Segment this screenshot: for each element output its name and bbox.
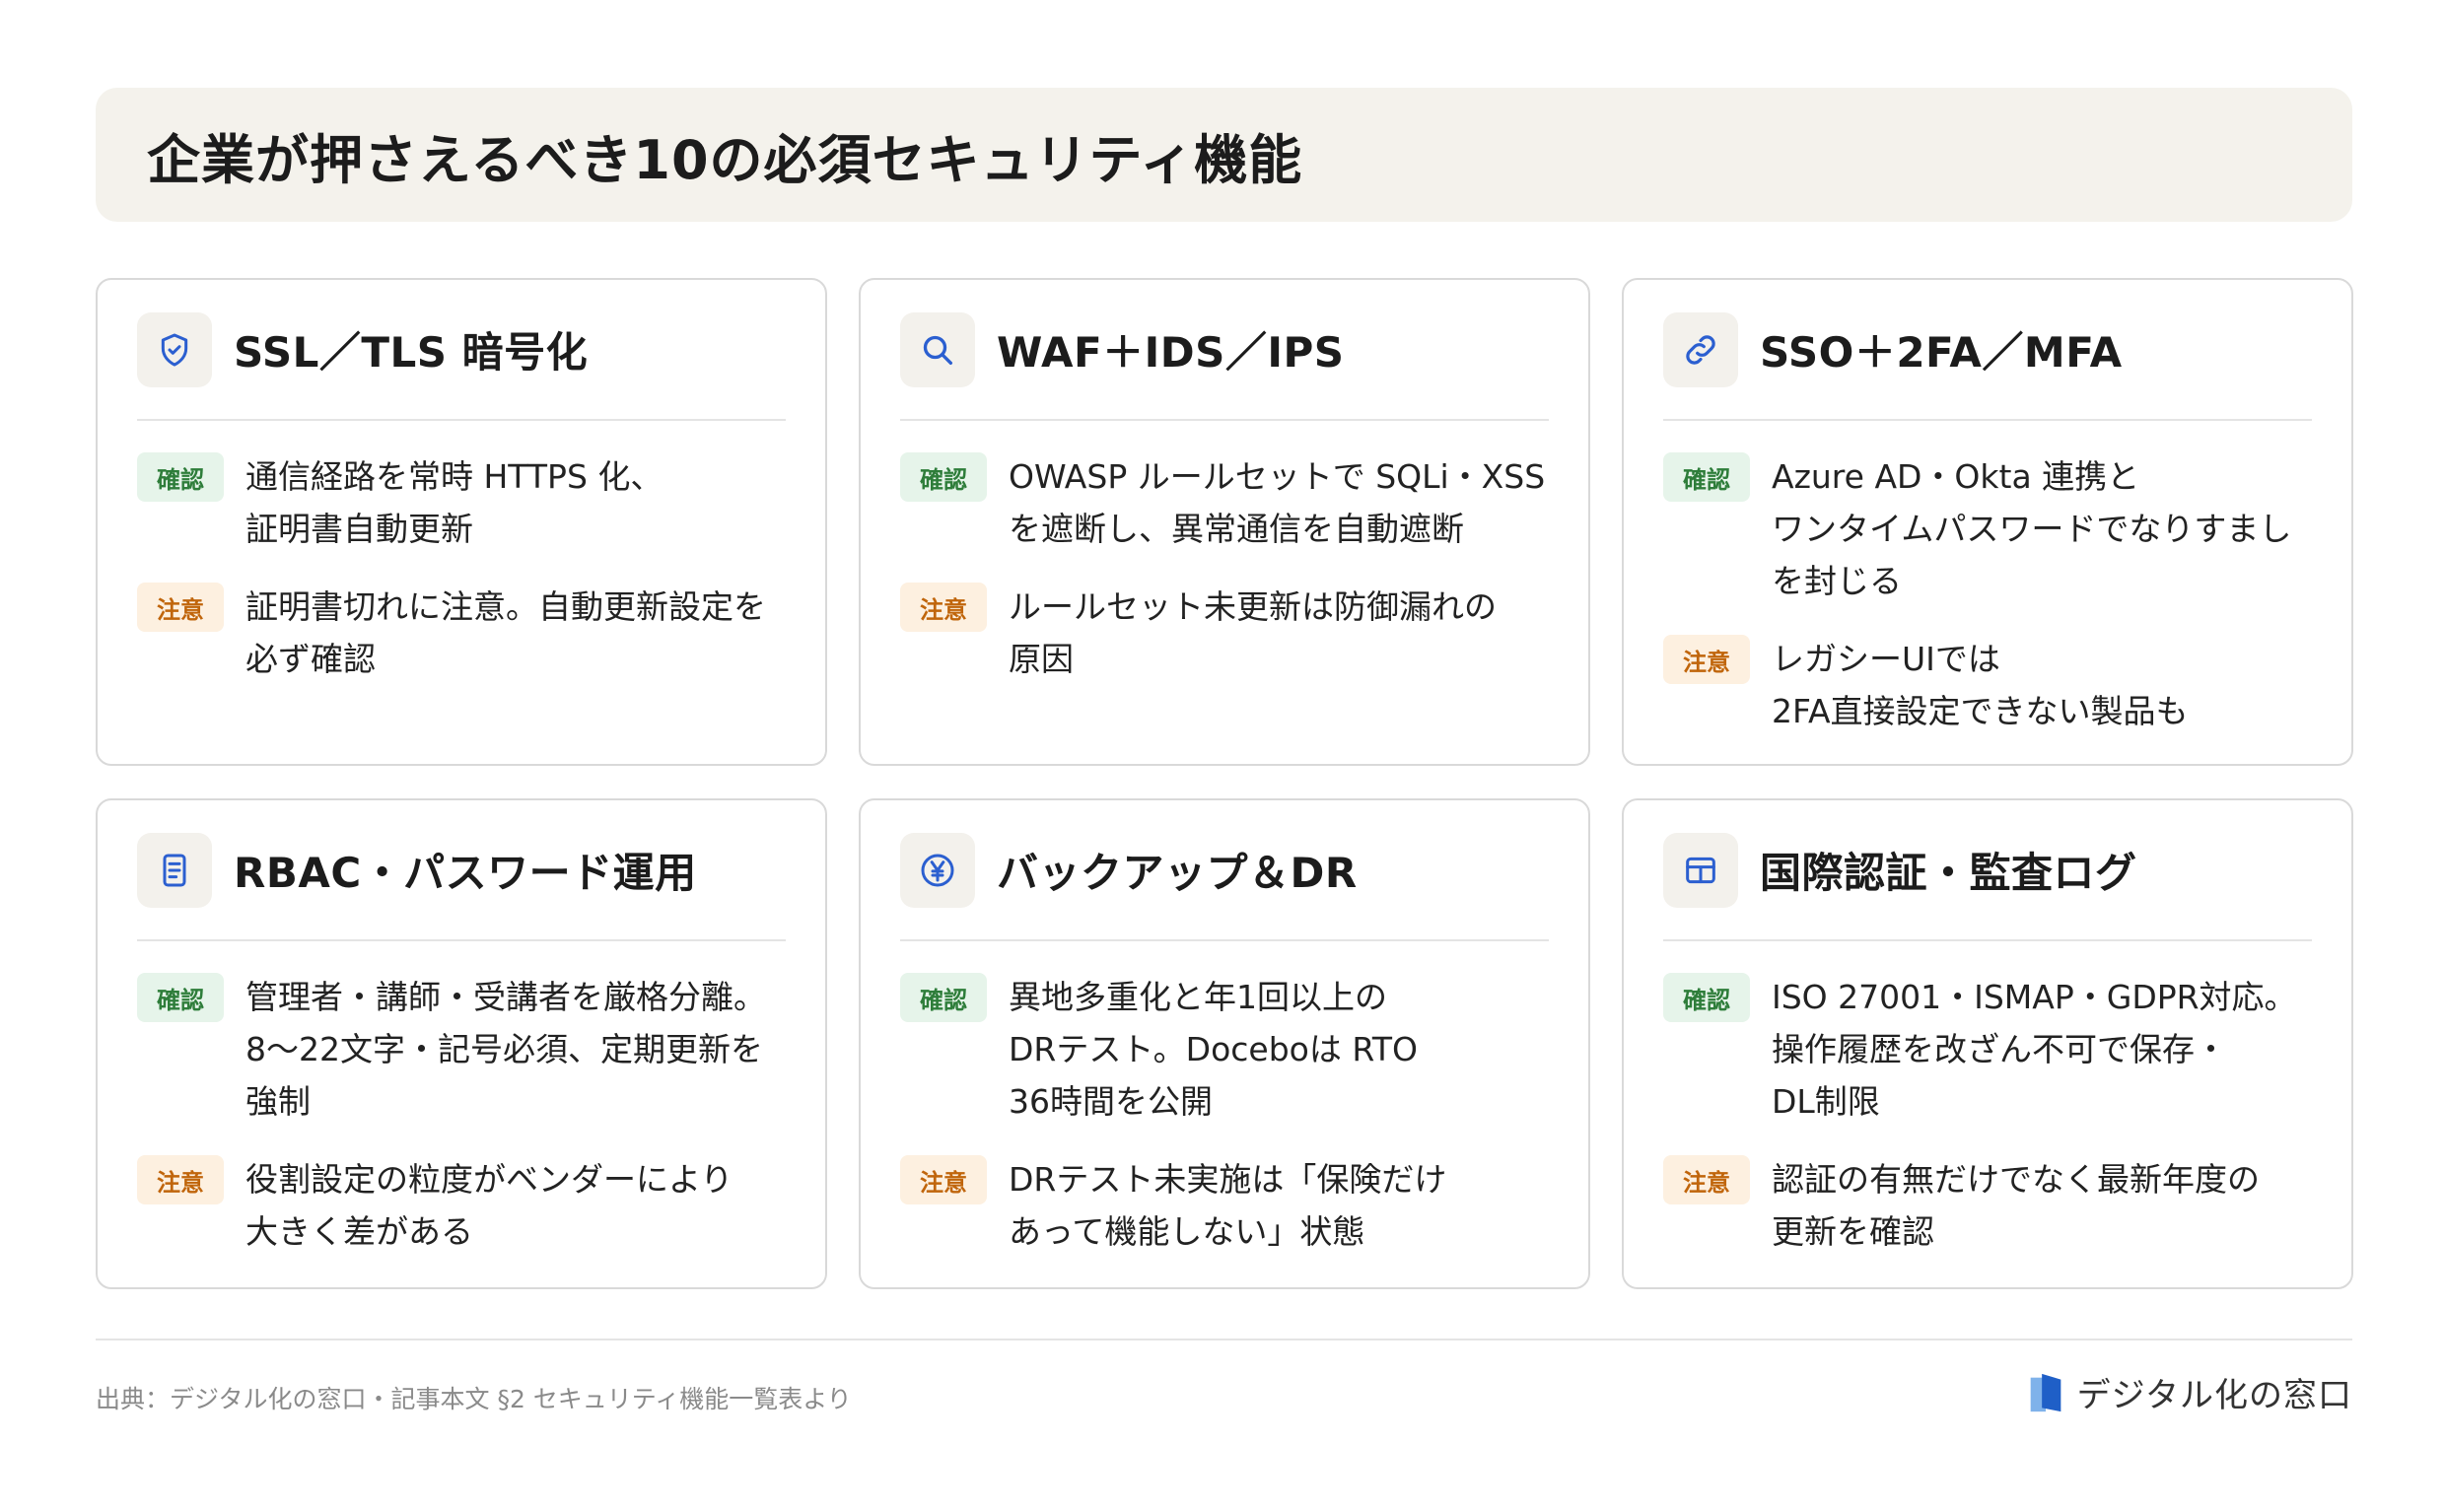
caution-row: 注意 認証の有無だけでなく最新年度の 更新を確認: [1663, 1153, 2312, 1258]
confirm-badge: 確認: [137, 452, 224, 502]
caution-row: 注意 ルールセット未更新は防御漏れの 原因: [900, 581, 1549, 685]
caution-text: 証明書切れに注意。自動更新設定を 必ず確認: [245, 587, 766, 678]
page-header: 企業が押さえるべき10の必須セキュリティ機能: [96, 88, 2352, 222]
feature-card-backup: バックアップ＆DR 確認 異地多重化と年1回以上の DRテスト。Doceboは …: [859, 798, 1590, 1289]
grid-icon: [1663, 832, 1738, 908]
caution-badge: 注意: [1663, 1155, 1750, 1204]
caution-row: 注意 レガシーUIでは 2FA直接設定できない製品も: [1663, 633, 2312, 737]
card-header: WAF＋IDS／IPS: [900, 280, 1549, 421]
caution-row: 注意 DRテスト未実施は「保険だけ あって機能しない」状態: [900, 1153, 1549, 1258]
card-title: SSL／TLS 暗号化: [234, 328, 589, 377]
card-header: SSL／TLS 暗号化: [137, 280, 786, 421]
page-title: 企業が押さえるべき10の必須セキュリティ機能: [147, 128, 1303, 191]
caution-text: 認証の有無だけでなく最新年度の 更新を確認: [1772, 1160, 2260, 1251]
card-header: バックアップ＆DR: [900, 800, 1549, 941]
confirm-text: Azure AD・Okta 連携と ワンタイムパスワードでなりすまし を封じる: [1772, 457, 2292, 600]
caution-badge: 注意: [137, 1155, 224, 1204]
confirm-badge: 確認: [900, 973, 987, 1022]
brand-logo-icon: [2030, 1373, 2061, 1411]
caution-badge: 注意: [137, 583, 224, 632]
caution-row: 注意 役割設定の粒度がベンダーにより 大きく差がある: [137, 1153, 786, 1258]
source-credit: 出典：デジタル化の窓口・記事本文 §2 セキュリティ機能一覧表より: [96, 1385, 852, 1413]
brand-name: デジタル化の窓口: [2076, 1376, 2352, 1415]
confirm-badge: 確認: [1663, 973, 1750, 1022]
confirm-badge: 確認: [137, 973, 224, 1022]
link-icon: [1663, 311, 1738, 387]
confirm-row: 確認 異地多重化と年1回以上の DRテスト。Doceboは RTO 36時間を公…: [900, 971, 1549, 1128]
card-title: RBAC・パスワード運用: [234, 849, 697, 897]
feature-card-sso: SSO＋2FA／MFA 確認 Azure AD・Okta 連携と ワンタイムパス…: [1622, 278, 2353, 766]
caution-text: 役割設定の粒度がベンダーにより 大きく差がある: [245, 1160, 734, 1251]
confirm-text: 管理者・講師・受講者を厳格分離。 8〜22文字・記号必須、定期更新を 強制: [245, 978, 766, 1121]
caution-text: ルールセット未更新は防御漏れの 原因: [1009, 587, 1497, 678]
card-title: WAF＋IDS／IPS: [997, 328, 1345, 377]
caution-badge: 注意: [900, 583, 987, 632]
caution-row: 注意 証明書切れに注意。自動更新設定を 必ず確認: [137, 581, 786, 685]
card-title: 国際認証・監査ログ: [1760, 849, 2137, 897]
feature-card-waf: WAF＋IDS／IPS 確認 OWASP ルールセットで SQLi・XSS を遮…: [859, 278, 1590, 766]
caution-badge: 注意: [900, 1155, 987, 1204]
confirm-badge: 確認: [900, 452, 987, 502]
card-title: SSO＋2FA／MFA: [1760, 328, 2123, 377]
confirm-text: 通信経路を常時 HTTPS 化、 証明書自動更新: [245, 457, 664, 548]
card-header: SSO＋2FA／MFA: [1663, 280, 2312, 421]
confirm-row: 確認 Azure AD・Okta 連携と ワンタイムパスワードでなりすまし を封…: [1663, 450, 2312, 607]
document-icon: [137, 832, 212, 908]
feature-grid: SSL／TLS 暗号化 確認 通信経路を常時 HTTPS 化、 証明書自動更新 …: [96, 278, 2353, 1289]
caution-badge: 注意: [1663, 635, 1750, 684]
search-icon: [900, 311, 975, 387]
confirm-row: 確認 管理者・講師・受講者を厳格分離。 8〜22文字・記号必須、定期更新を 強制: [137, 971, 786, 1128]
footer-divider: [96, 1339, 2352, 1340]
yen-icon: [900, 832, 975, 908]
confirm-text: 異地多重化と年1回以上の DRテスト。Doceboは RTO 36時間を公開: [1009, 978, 1419, 1121]
caution-text: レガシーUIでは 2FA直接設定できない製品も: [1772, 640, 2189, 730]
confirm-badge: 確認: [1663, 452, 1750, 502]
caution-text: DRテスト未実施は「保険だけ あって機能しない」状態: [1009, 1160, 1447, 1251]
shield-icon: [137, 311, 212, 387]
feature-card-certification: 国際認証・監査ログ 確認 ISO 27001・ISMAP・GDPR対応。 操作履…: [1622, 798, 2353, 1289]
confirm-row: 確認 ISO 27001・ISMAP・GDPR対応。 操作履歴を改ざん不可で保存…: [1663, 971, 2312, 1128]
confirm-text: ISO 27001・ISMAP・GDPR対応。 操作履歴を改ざん不可で保存・ D…: [1772, 978, 2297, 1121]
feature-card-ssl: SSL／TLS 暗号化 確認 通信経路を常時 HTTPS 化、 証明書自動更新 …: [96, 278, 827, 766]
confirm-row: 確認 通信経路を常時 HTTPS 化、 証明書自動更新: [137, 450, 786, 555]
brand-mark: デジタル化の窓口: [2026, 1368, 2352, 1416]
card-header: 国際認証・監査ログ: [1663, 800, 2312, 941]
confirm-row: 確認 OWASP ルールセットで SQLi・XSS を遮断し、異常通信を自動遮断: [900, 450, 1549, 555]
card-title: バックアップ＆DR: [997, 849, 1358, 897]
confirm-text: OWASP ルールセットで SQLi・XSS を遮断し、異常通信を自動遮断: [1009, 457, 1546, 548]
feature-card-rbac: RBAC・パスワード運用 確認 管理者・講師・受講者を厳格分離。 8〜22文字・…: [96, 798, 827, 1289]
card-header: RBAC・パスワード運用: [137, 800, 786, 941]
